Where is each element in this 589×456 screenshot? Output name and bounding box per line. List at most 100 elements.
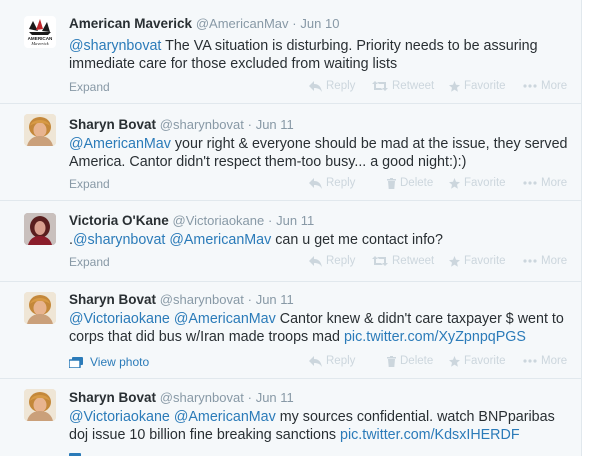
more-label: More bbox=[541, 177, 568, 189]
tweet-text: @Victoriaokane @AmericanMav Cantor knew … bbox=[69, 310, 569, 346]
mention-link[interactable]: @AmericanMav bbox=[169, 232, 271, 248]
expand-link[interactable]: Expand bbox=[69, 177, 110, 191]
favorite-label: Favorite bbox=[464, 255, 506, 267]
more-button[interactable]: More bbox=[523, 80, 567, 92]
photo-link[interactable]: pic.twitter.com/XyZpnpqPGS bbox=[344, 329, 526, 345]
reply-icon bbox=[309, 80, 322, 92]
retweet-button[interactable]: Retweet bbox=[372, 255, 434, 267]
reply-label: Reply bbox=[326, 80, 356, 92]
author-handle[interactable]: @sharynbovat bbox=[160, 292, 244, 307]
star-icon bbox=[449, 80, 460, 92]
reply-button[interactable]: Reply bbox=[309, 80, 355, 92]
sharyn-avatar-photo bbox=[24, 114, 56, 146]
favorite-label: Favorite bbox=[464, 80, 506, 92]
tweet[interactable]: Sharyn Bovat @sharynbovat · Jun 11 @Vict… bbox=[0, 282, 581, 378]
more-label: More bbox=[541, 80, 568, 92]
tweet-text: @Victoriaokane @AmericanMav my sources c… bbox=[69, 408, 569, 444]
author-name[interactable]: Sharyn Bovat bbox=[69, 292, 156, 307]
tweet[interactable]: AMERICAN Maverick American Maverick @Ame… bbox=[0, 0, 581, 103]
more-button[interactable]: More bbox=[523, 177, 567, 189]
sharyn-avatar-photo bbox=[24, 389, 56, 421]
tweet-actions: Reply Retweet Favorite More bbox=[309, 255, 574, 271]
reply-icon bbox=[309, 177, 322, 189]
author-name[interactable]: Sharyn Bovat bbox=[69, 390, 156, 405]
star-icon bbox=[449, 177, 460, 189]
author-name[interactable]: Victoria O'Kane bbox=[69, 213, 169, 228]
more-dots-icon bbox=[523, 181, 537, 185]
timestamp[interactable]: Jun 11 bbox=[256, 390, 294, 405]
author-handle[interactable]: @AmericanMav bbox=[196, 16, 289, 31]
reply-icon bbox=[309, 255, 322, 267]
separator: · bbox=[292, 16, 297, 31]
expand-link[interactable]: Expand bbox=[69, 80, 110, 94]
photo-link[interactable]: pic.twitter.com/KdsxIHERDF bbox=[340, 427, 520, 443]
timestamp[interactable]: Jun 11 bbox=[276, 213, 314, 228]
retweet-label: Retweet bbox=[392, 255, 435, 267]
avatar[interactable] bbox=[24, 292, 56, 324]
retweet-label: Retweet bbox=[392, 80, 435, 92]
view-photo-label: View photo bbox=[90, 355, 150, 369]
avatar[interactable] bbox=[24, 213, 56, 245]
author-name[interactable]: American Maverick bbox=[69, 16, 192, 31]
scrollbar-track[interactable] bbox=[581, 0, 589, 456]
trash-icon bbox=[387, 177, 396, 189]
retweet-button[interactable]: Retweet bbox=[372, 80, 434, 92]
more-button[interactable]: More bbox=[523, 355, 567, 367]
author-handle[interactable]: @sharynbovat bbox=[160, 390, 244, 405]
reply-button[interactable]: Reply bbox=[309, 255, 355, 267]
reply-label: Reply bbox=[326, 355, 356, 367]
tweet[interactable]: Sharyn Bovat @sharynbovat · Jun 11 @Amer… bbox=[0, 104, 581, 200]
mention-link[interactable]: @AmericanMav bbox=[174, 311, 276, 327]
reply-label: Reply bbox=[326, 177, 356, 189]
retweet-icon bbox=[372, 81, 388, 91]
tweet[interactable]: Victoria O'Kane @Victoriaokane · Jun 11 … bbox=[0, 201, 581, 281]
tweet-header: Victoria O'Kane @Victoriaokane · Jun 11 bbox=[69, 213, 314, 231]
favorite-button[interactable]: Favorite bbox=[449, 177, 506, 189]
separator: · bbox=[247, 390, 252, 405]
more-dots-icon bbox=[523, 84, 537, 88]
reply-button[interactable]: Reply bbox=[309, 177, 355, 189]
separator: · bbox=[247, 292, 252, 307]
tweet-actions: Reply Retweet Favorite More bbox=[309, 80, 574, 96]
view-photo-link[interactable]: View photo bbox=[69, 355, 149, 369]
tweet-header: Sharyn Bovat @sharynbovat · Jun 11 bbox=[69, 292, 294, 310]
mention-link[interactable]: @sharynbovat bbox=[73, 232, 165, 248]
timestamp[interactable]: Jun 11 bbox=[256, 292, 294, 307]
mention-link[interactable]: @AmericanMav bbox=[174, 409, 276, 425]
separator: · bbox=[247, 117, 252, 132]
retweet-icon bbox=[372, 256, 388, 266]
tweet-text: .@sharynbovat @AmericanMav can u get me … bbox=[69, 231, 569, 249]
tweet-actions: Reply Delete Favorite More bbox=[309, 177, 574, 193]
author-handle[interactable]: @sharynbovat bbox=[160, 117, 244, 132]
tweet-header: American Maverick @AmericanMav · Jun 10 bbox=[69, 16, 339, 34]
delete-button[interactable]: Delete bbox=[387, 177, 433, 189]
mention-link[interactable]: @AmericanMav bbox=[69, 136, 171, 152]
favorite-label: Favorite bbox=[464, 177, 506, 189]
timestamp[interactable]: Jun 11 bbox=[256, 117, 294, 132]
author-handle[interactable]: @Victoriaokane bbox=[173, 213, 265, 228]
author-name[interactable]: Sharyn Bovat bbox=[69, 117, 156, 132]
more-label: More bbox=[541, 355, 568, 367]
reply-icon bbox=[309, 355, 322, 367]
tweet[interactable]: Sharyn Bovat @sharynbovat · Jun 11 @Vict… bbox=[0, 379, 581, 456]
avatar[interactable] bbox=[24, 114, 56, 146]
timestamp[interactable]: Jun 10 bbox=[300, 16, 339, 31]
more-button[interactable]: More bbox=[523, 255, 567, 267]
mention-link[interactable]: @Victoriaokane bbox=[69, 311, 170, 327]
favorite-label: Favorite bbox=[464, 355, 506, 367]
star-icon bbox=[449, 255, 460, 267]
favorite-button[interactable]: Favorite bbox=[449, 255, 506, 267]
avatar[interactable]: AMERICAN Maverick bbox=[24, 16, 56, 48]
delete-button[interactable]: Delete bbox=[387, 355, 433, 367]
tweet-header: Sharyn Bovat @sharynbovat · Jun 11 bbox=[69, 117, 294, 135]
american-maverick-logo: AMERICAN Maverick bbox=[28, 19, 53, 46]
favorite-button[interactable]: Favorite bbox=[449, 80, 506, 92]
more-dots-icon bbox=[523, 359, 537, 363]
mention-link[interactable]: @sharynbovat bbox=[69, 38, 161, 54]
tweet-text: @sharynbovat The VA situation is disturb… bbox=[69, 37, 569, 73]
avatar[interactable] bbox=[24, 389, 56, 421]
expand-link[interactable]: Expand bbox=[69, 255, 110, 269]
mention-link[interactable]: @Victoriaokane bbox=[69, 409, 170, 425]
reply-button[interactable]: Reply bbox=[309, 355, 355, 367]
favorite-button[interactable]: Favorite bbox=[449, 355, 506, 367]
